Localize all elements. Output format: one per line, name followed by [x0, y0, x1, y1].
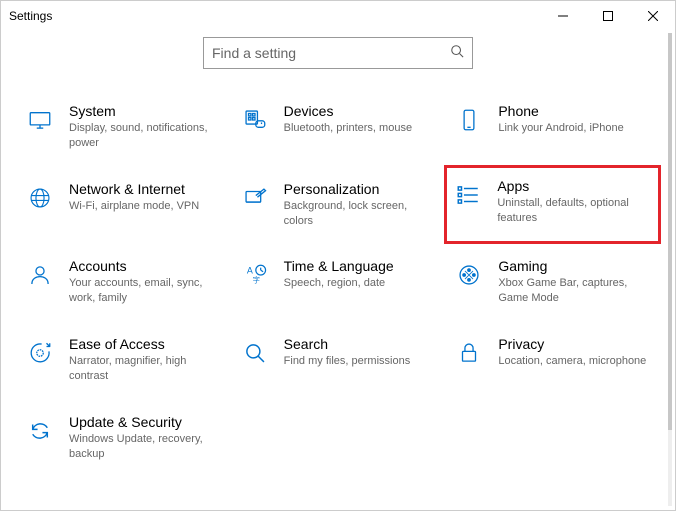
tile-title: System [69, 103, 219, 119]
tile-title: Update & Security [69, 414, 219, 430]
tile-text: Gaming Xbox Game Bar, captures, Game Mod… [498, 258, 648, 306]
tile-personalization[interactable]: Personalization Background, lock screen,… [236, 177, 441, 233]
personalization-icon [240, 183, 270, 213]
tile-text: Ease of Access Narrator, magnifier, high… [69, 336, 219, 384]
tile-text: Privacy Location, camera, microphone [498, 336, 646, 369]
tile-title: Network & Internet [69, 181, 199, 197]
tile-title: Apps [497, 178, 647, 194]
tile-title: Phone [498, 103, 623, 119]
search-cat-icon [240, 338, 270, 368]
maximize-button[interactable] [585, 1, 630, 31]
close-button[interactable] [630, 1, 675, 31]
minimize-button[interactable] [540, 1, 585, 31]
tile-desc: Display, sound, notifications, power [69, 121, 219, 151]
tile-text: System Display, sound, notifications, po… [69, 103, 219, 151]
search-icon [450, 44, 464, 63]
tile-title: Devices [284, 103, 412, 119]
tile-desc: Narrator, magnifier, high contrast [69, 354, 219, 384]
tile-time[interactable]: A字 Time & Language Speech, region, date [236, 254, 441, 310]
tile-title: Gaming [498, 258, 648, 274]
content-area: System Display, sound, notifications, po… [1, 31, 675, 465]
search-input[interactable] [212, 45, 450, 61]
tile-text: Network & Internet Wi-Fi, airplane mode,… [69, 181, 199, 214]
tile-text: Personalization Background, lock screen,… [284, 181, 434, 229]
tile-desc: Windows Update, recovery, backup [69, 432, 219, 462]
tile-desc: Speech, region, date [284, 276, 394, 291]
privacy-icon [454, 338, 484, 368]
svg-text:字: 字 [252, 276, 259, 285]
tile-ease[interactable]: Ease of Access Narrator, magnifier, high… [21, 332, 226, 388]
tile-title: Privacy [498, 336, 646, 352]
search-wrap [21, 37, 655, 69]
tile-desc: Background, lock screen, colors [284, 199, 434, 229]
tile-text: Update & Security Windows Update, recove… [69, 414, 219, 462]
tile-desc: Uninstall, defaults, optional features [497, 196, 647, 226]
scroll-thumb[interactable] [668, 33, 672, 430]
tile-network[interactable]: Network & Internet Wi-Fi, airplane mode,… [21, 177, 226, 233]
scrollbar[interactable] [668, 33, 672, 506]
tile-accounts[interactable]: Accounts Your accounts, email, sync, wor… [21, 254, 226, 310]
tile-desc: Location, camera, microphone [498, 354, 646, 369]
titlebar: Settings [1, 1, 675, 31]
tile-title: Personalization [284, 181, 434, 197]
phone-icon [454, 105, 484, 135]
gaming-icon [454, 260, 484, 290]
time-icon: A字 [240, 260, 270, 290]
accounts-icon [25, 260, 55, 290]
tile-desc: Wi-Fi, airplane mode, VPN [69, 199, 199, 214]
tile-title: Search [284, 336, 411, 352]
tile-desc: Bluetooth, printers, mouse [284, 121, 412, 136]
tile-title: Ease of Access [69, 336, 219, 352]
tile-devices[interactable]: Devices Bluetooth, printers, mouse [236, 99, 441, 155]
tile-text: Phone Link your Android, iPhone [498, 103, 623, 136]
svg-text:A: A [247, 266, 253, 276]
tile-desc: Link your Android, iPhone [498, 121, 623, 136]
tile-desc: Find my files, permissions [284, 354, 411, 369]
tile-title: Time & Language [284, 258, 394, 274]
system-icon [25, 105, 55, 135]
devices-icon [240, 105, 270, 135]
tile-update[interactable]: Update & Security Windows Update, recove… [21, 410, 226, 466]
tile-phone[interactable]: Phone Link your Android, iPhone [450, 99, 655, 155]
ease-icon [25, 338, 55, 368]
tile-desc: Xbox Game Bar, captures, Game Mode [498, 276, 648, 306]
categories-grid: System Display, sound, notifications, po… [21, 99, 655, 465]
tile-apps[interactable]: Apps Uninstall, defaults, optional featu… [444, 165, 661, 245]
network-icon [25, 183, 55, 213]
tile-desc: Your accounts, email, sync, work, family [69, 276, 219, 306]
tile-system[interactable]: System Display, sound, notifications, po… [21, 99, 226, 155]
tile-text: Search Find my files, permissions [284, 336, 411, 369]
tile-text: Devices Bluetooth, printers, mouse [284, 103, 412, 136]
tile-text: Time & Language Speech, region, date [284, 258, 394, 291]
update-icon [25, 416, 55, 446]
tile-search-cat[interactable]: Search Find my files, permissions [236, 332, 441, 388]
tile-text: Accounts Your accounts, email, sync, wor… [69, 258, 219, 306]
search-box[interactable] [203, 37, 473, 69]
tile-title: Accounts [69, 258, 219, 274]
tile-privacy[interactable]: Privacy Location, camera, microphone [450, 332, 655, 388]
tile-gaming[interactable]: Gaming Xbox Game Bar, captures, Game Mod… [450, 254, 655, 310]
window-title: Settings [9, 9, 540, 23]
apps-icon [453, 180, 483, 210]
tile-text: Apps Uninstall, defaults, optional featu… [497, 178, 647, 226]
